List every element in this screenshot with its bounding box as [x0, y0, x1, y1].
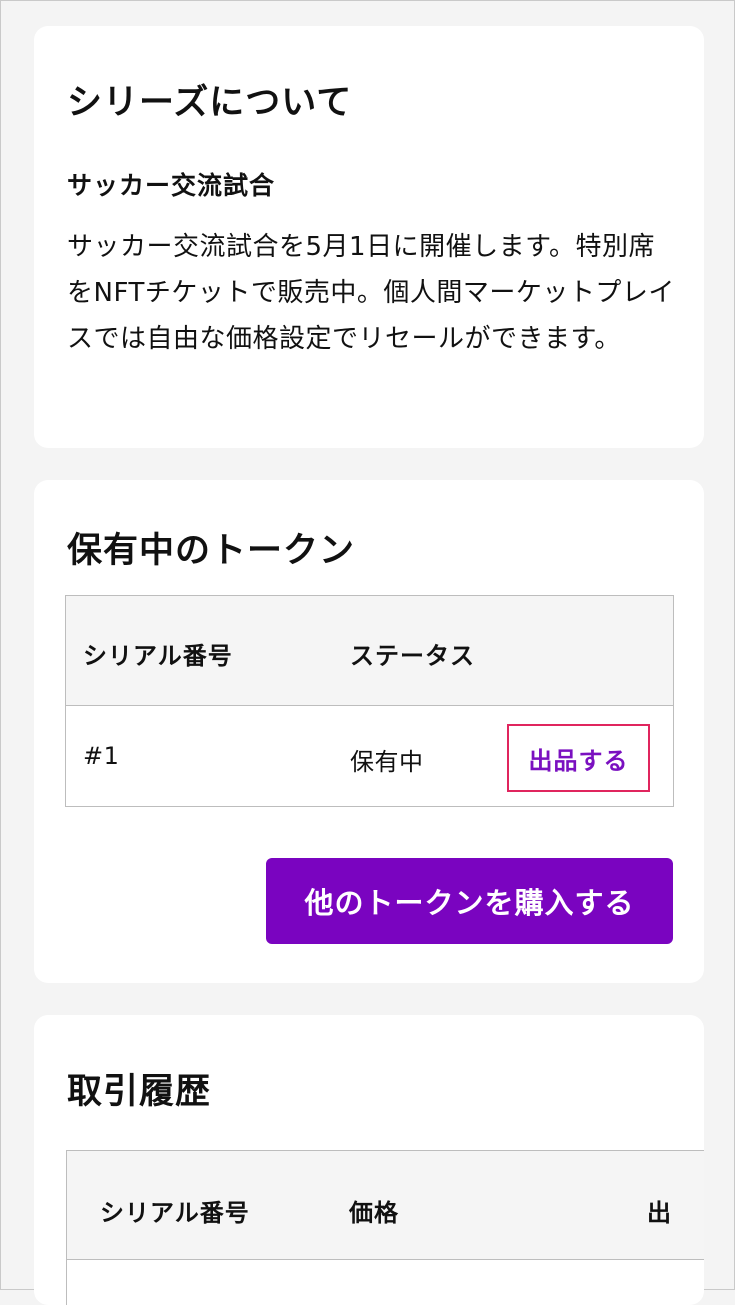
column-price: 価格: [349, 1199, 399, 1227]
token-serial: #1: [83, 742, 120, 770]
table-header: シリアル番号 ステータス: [66, 596, 673, 706]
transaction-history-card: 取引履歴 シリアル番号 価格 出: [34, 1015, 704, 1305]
transaction-history-title: 取引履歴: [67, 1072, 212, 1112]
column-status: ステータス: [350, 642, 475, 670]
held-tokens-card: 保有中のトークン シリアル番号 ステータス #1 保有中 出品する 他のトークン…: [34, 480, 704, 983]
column-serial-number: シリアル番号: [100, 1199, 250, 1227]
buy-other-tokens-button[interactable]: 他のトークンを購入する: [266, 858, 673, 944]
series-about-title: シリーズについて: [67, 83, 353, 123]
list-for-sale-button[interactable]: 出品する: [507, 724, 650, 792]
held-tokens-title: 保有中のトークン: [67, 531, 356, 571]
column-serial-number: シリアル番号: [83, 642, 233, 670]
held-tokens-table: シリアル番号 ステータス #1 保有中 出品する: [65, 595, 674, 807]
token-status: 保有中: [350, 748, 424, 776]
series-about-card: シリーズについて サッカー交流試合 サッカー交流試合を5月1日に開催します。特別…: [34, 26, 704, 448]
table-header: シリアル番号 価格 出: [67, 1151, 704, 1260]
column-truncated: 出: [647, 1199, 672, 1227]
series-description: サッカー交流試合を5月1日に開催します。特別席をNFTチケットで販売中。個人間マ…: [67, 232, 675, 354]
transaction-history-table: シリアル番号 価格 出: [66, 1150, 704, 1305]
series-name: サッカー交流試合: [67, 171, 276, 200]
